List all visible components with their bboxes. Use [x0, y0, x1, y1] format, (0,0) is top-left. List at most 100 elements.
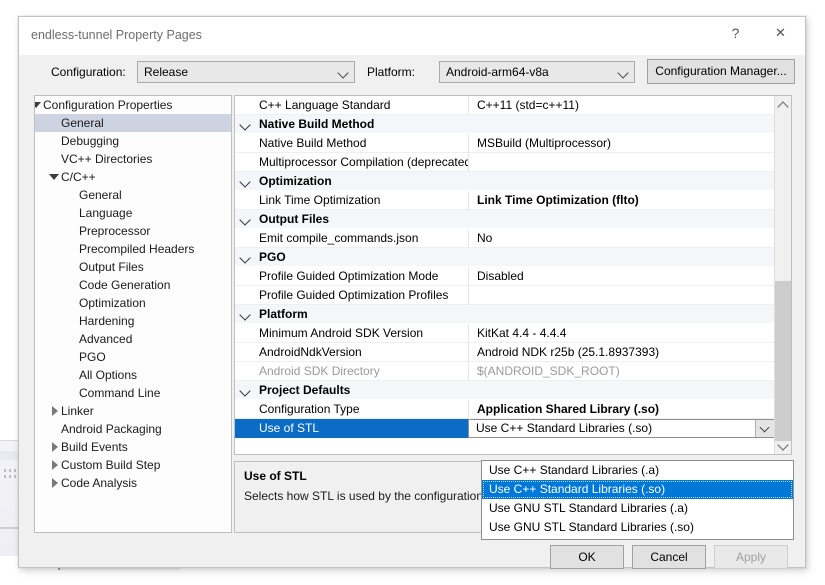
tree-item-c-c[interactable]: C/C++ — [35, 168, 231, 186]
property-value[interactable]: Link Time Optimization (flto) — [477, 191, 639, 210]
property-value[interactable]: No — [477, 229, 492, 248]
property-value[interactable]: KitKat 4.4 - 4.4.4 — [477, 324, 566, 343]
property-row-native-build-method[interactable]: Native Build Method MSBuild (Multiprocess… — [235, 134, 775, 153]
tree-item-vc-directories[interactable]: VC++ Directories — [35, 150, 231, 168]
tree-item-code-analysis[interactable]: Code Analysis — [35, 474, 231, 492]
configuration-tree[interactable]: Configuration Properties General Debugging… — [34, 95, 232, 533]
property-row-minimum-android-sdk-version[interactable]: Minimum Android SDK VersionKitKat 4.4 - … — [235, 324, 775, 343]
tree-item-debugging[interactable]: Debugging — [35, 132, 231, 150]
property-category-project-defaults[interactable]: Project Defaults — [235, 381, 775, 400]
tree-item-android-packaging[interactable]: Android Packaging — [35, 420, 231, 438]
platform-select[interactable]: Android-arm64-v8a — [439, 61, 635, 83]
tree-item-label: Optimization — [35, 296, 146, 310]
tree-item-pgo[interactable]: PGO — [35, 348, 231, 366]
tree-item-label: Android Packaging — [35, 422, 162, 436]
ok-button[interactable]: OK — [550, 545, 624, 569]
chevron-down-icon[interactable] — [755, 420, 774, 437]
property-value[interactable]: Application Shared Library (.so) — [477, 400, 659, 419]
tree-item-precompiled-headers[interactable]: Precompiled Headers — [35, 240, 231, 258]
configuration-label: Configuration: — [51, 65, 126, 79]
chevron-down-icon[interactable] — [241, 310, 251, 320]
category-label: Native Build Method — [259, 115, 374, 134]
configuration-select[interactable]: Release — [137, 61, 355, 83]
cancel-button[interactable]: Cancel — [632, 545, 706, 569]
chevron-down-icon[interactable] — [241, 120, 251, 130]
property-category-native-build-method[interactable]: Native Build Method — [235, 115, 775, 134]
tree-item-label: Advanced — [35, 332, 132, 346]
property-category-output-files[interactable]: Output Files — [235, 210, 775, 229]
tree-item-label: Hardening — [35, 314, 134, 328]
chevron-down-icon[interactable] — [241, 215, 251, 225]
tree-item-configuration-properties[interactable]: Configuration Properties — [35, 96, 231, 114]
tree-item-label: Code Analysis — [35, 476, 137, 490]
property-row-android-sdk-directory[interactable]: Android SDK Directory$(ANDROID_SDK_ROOT) — [235, 362, 775, 381]
property-name: Native Build Method — [259, 134, 469, 153]
tree-item-label: Configuration Properties — [35, 98, 172, 112]
property-row-c-language-standard[interactable]: C++ Language StandardC++11 (std=c++11) — [235, 96, 775, 115]
tree-item-label: Linker — [35, 404, 94, 418]
chevron-down-icon[interactable] — [241, 253, 251, 263]
tree-item-label: Debugging — [35, 134, 119, 148]
tree-item-label: All Options — [35, 368, 137, 382]
tree-item-linker[interactable]: Linker — [35, 402, 231, 420]
platform-label: Platform: — [367, 65, 415, 79]
property-value[interactable]: MSBuild (Multiprocessor) — [477, 134, 611, 153]
use-of-stl-dropdown-list[interactable]: Use C++ Standard Libraries (.a)Use C++ S… — [481, 460, 794, 540]
tree-item-advanced[interactable]: Advanced — [35, 330, 231, 348]
tree-item-hardening[interactable]: Hardening — [35, 312, 231, 330]
tree-item-build-events[interactable]: Build Events — [35, 438, 231, 456]
property-row-configuration-type[interactable]: Configuration TypeApplication Shared Lib… — [235, 400, 775, 419]
tree-item-label: Custom Build Step — [35, 458, 160, 472]
use-of-stl-value: Use C++ Standard Libraries (.so) — [476, 420, 652, 437]
property-row-multiprocessor-compilation-deprecated[interactable]: Multiprocessor Compilation (deprecated) — [235, 153, 775, 172]
chevron-down-icon[interactable] — [241, 177, 251, 187]
column-divider — [468, 134, 469, 153]
tree-item-label: General — [35, 188, 122, 202]
property-row-profile-guided-optimization-profiles[interactable]: Profile Guided Optimization Profiles — [235, 286, 775, 305]
tree-item-label: Code Generation — [35, 278, 170, 292]
property-row-use-of-stl[interactable]: Use of STLUse C++ Standard Libraries (.s… — [235, 419, 775, 438]
property-row-androidndkversion[interactable]: AndroidNdkVersionAndroid NDK r25b (25.1.… — [235, 343, 775, 362]
dropdown-option[interactable]: Use C++ Standard Libraries (.a) — [482, 461, 793, 480]
property-row-emit-compile-commands-json[interactable]: Emit compile_commands.jsonNo — [235, 229, 775, 248]
dropdown-option[interactable]: Use GNU STL Standard Libraries (.so) — [482, 518, 793, 537]
tree-item-general[interactable]: General — [35, 186, 231, 204]
tree-item-custom-build-step[interactable]: Custom Build Step — [35, 456, 231, 474]
tree-item-optimization[interactable]: Optimization — [35, 294, 231, 312]
property-category-platform[interactable]: Platform — [235, 305, 775, 324]
property-value[interactable]: Disabled — [477, 267, 524, 286]
scroll-down-arrow-icon[interactable] — [775, 437, 791, 454]
property-grid-scrollbar[interactable] — [774, 96, 791, 454]
apply-button: Apply — [714, 545, 788, 569]
dropdown-option[interactable]: Use GNU STL Standard Libraries (.a) — [482, 499, 793, 518]
property-value[interactable]: C++11 (std=c++11) — [477, 96, 579, 115]
column-divider — [468, 153, 469, 172]
tree-item-general[interactable]: General — [35, 114, 231, 132]
property-value[interactable]: Android NDK r25b (25.1.8937393) — [477, 343, 659, 362]
property-category-optimization[interactable]: Optimization — [235, 172, 775, 191]
property-value[interactable]: $(ANDROID_SDK_ROOT) — [477, 362, 620, 381]
tree-item-code-generation[interactable]: Code Generation — [35, 276, 231, 294]
help-icon[interactable]: ? — [713, 17, 758, 49]
dropdown-option[interactable]: Use C++ Standard Libraries (.so) — [482, 480, 793, 499]
tree-item-preprocessor[interactable]: Preprocessor — [35, 222, 231, 240]
property-row-profile-guided-optimization-mode[interactable]: Profile Guided Optimization ModeDisabled — [235, 267, 775, 286]
property-row-link-time-optimization[interactable]: Link Time OptimizationLink Time Optimiza… — [235, 191, 775, 210]
tree-item-output-files[interactable]: Output Files — [35, 258, 231, 276]
tree-item-label: General — [35, 116, 104, 130]
close-icon[interactable]: ✕ — [758, 17, 803, 49]
configuration-manager-button[interactable]: Configuration Manager... — [647, 59, 795, 84]
scroll-up-arrow-icon[interactable] — [775, 96, 791, 113]
category-label: PGO — [259, 248, 286, 267]
scrollbar-thumb[interactable] — [775, 281, 791, 441]
use-of-stl-combobox[interactable]: Use C++ Standard Libraries (.so) — [468, 419, 775, 438]
chevron-down-icon — [339, 69, 348, 75]
tree-item-all-options[interactable]: All Options — [35, 366, 231, 384]
property-grid[interactable]: C++ Language StandardC++11 (std=c++11)Na… — [234, 95, 792, 455]
dialog-titlebar: endless-tunnel Property Pages ? ✕ — [19, 17, 805, 55]
tree-item-command-line[interactable]: Command Line — [35, 384, 231, 402]
chevron-down-icon[interactable] — [241, 386, 251, 396]
tree-item-language[interactable]: Language — [35, 204, 231, 222]
tree-item-label: Output Files — [35, 260, 144, 274]
property-category-pgo[interactable]: PGO — [235, 248, 775, 267]
